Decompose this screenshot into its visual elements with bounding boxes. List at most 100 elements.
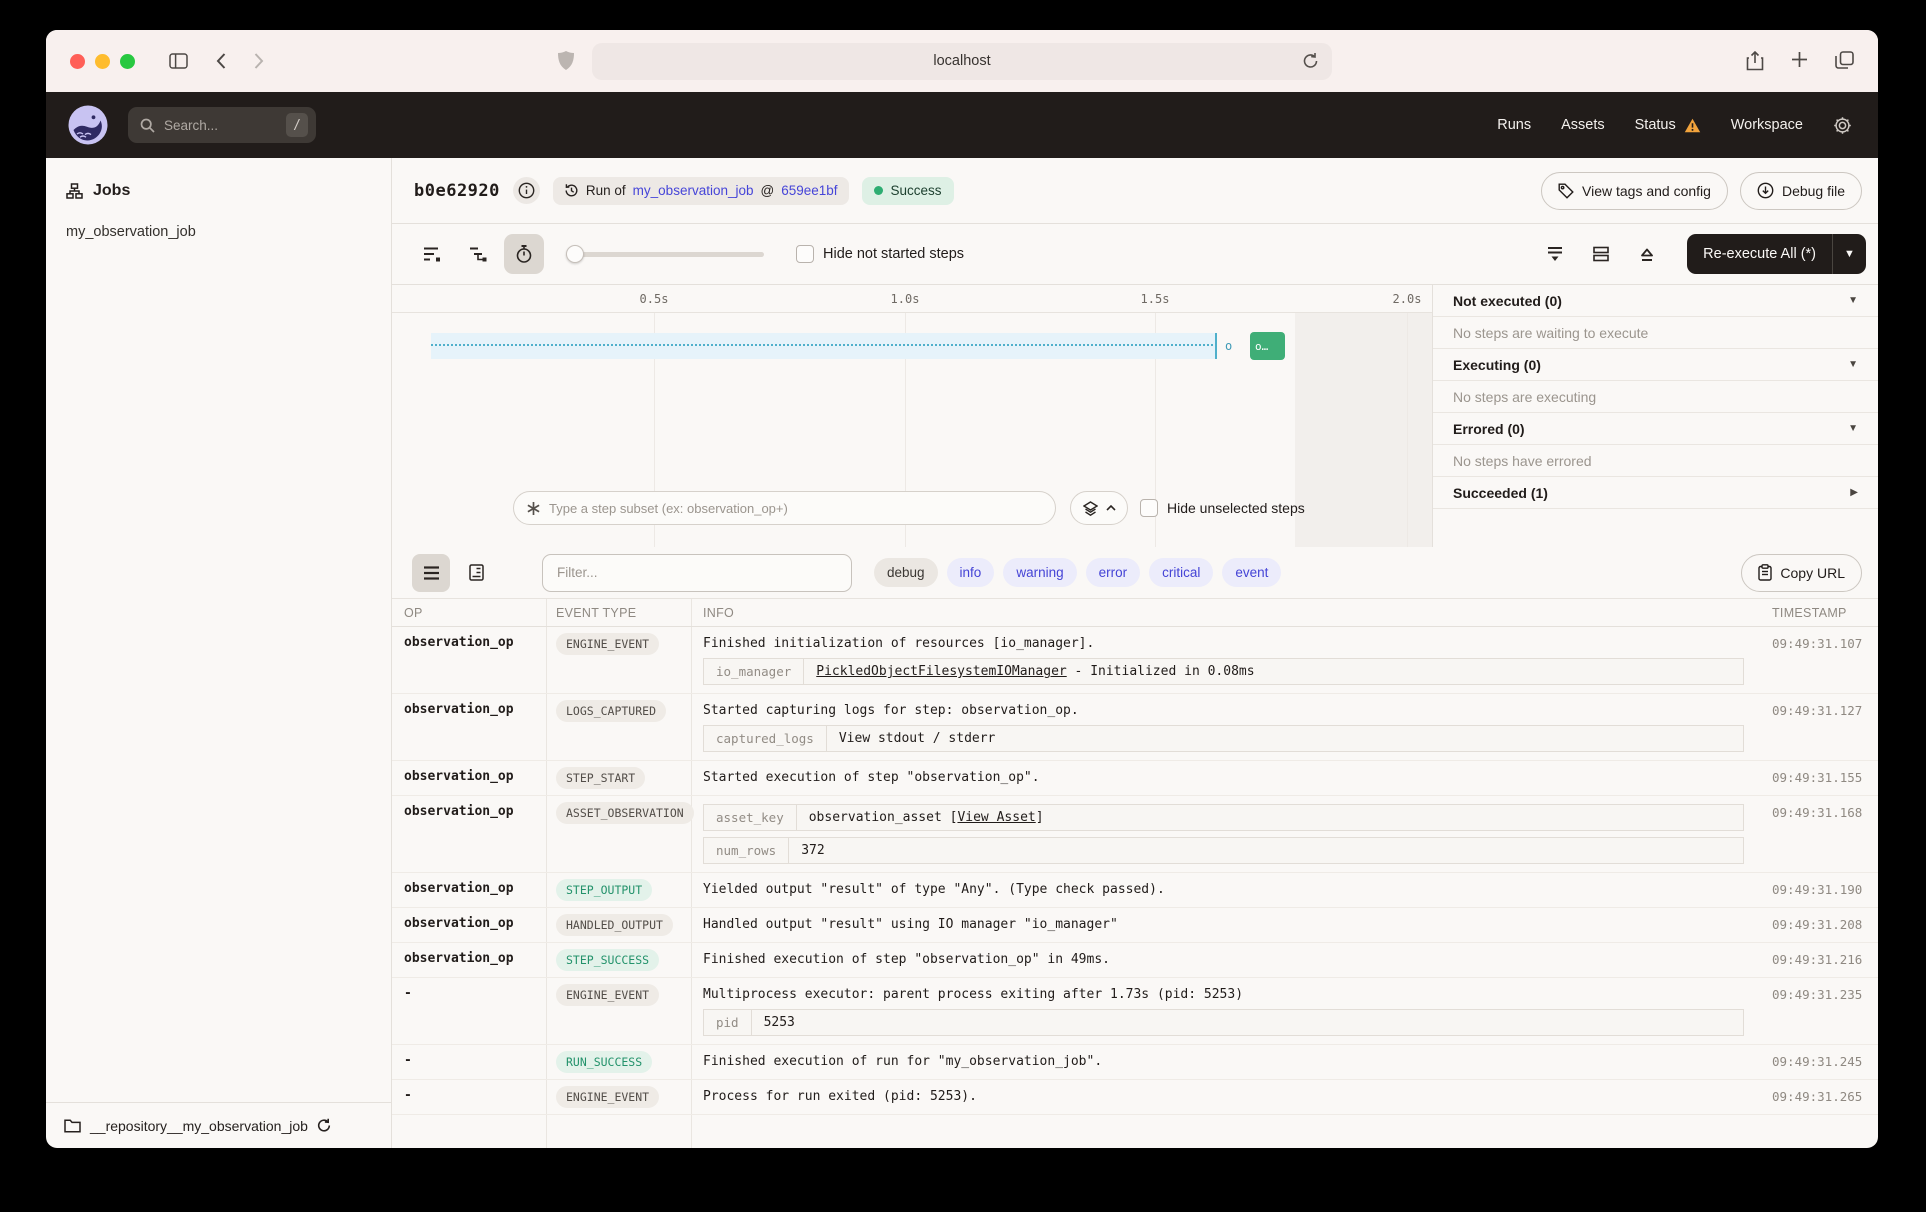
reexecute-dropdown-caret[interactable]: ▼ bbox=[1832, 234, 1866, 274]
view-timing-icon[interactable] bbox=[504, 234, 544, 274]
layers-icon bbox=[1083, 501, 1098, 516]
op-selector-icon bbox=[526, 501, 541, 516]
gantt-tick-label: 1.0s bbox=[891, 292, 920, 306]
nav-link-runs[interactable]: Runs bbox=[1497, 117, 1531, 133]
sidebar-toggle-icon[interactable] bbox=[169, 53, 188, 69]
gear-icon[interactable] bbox=[1833, 116, 1852, 135]
view-tags-config-button[interactable]: View tags and config bbox=[1541, 172, 1728, 210]
log-row[interactable]: observation_opHANDLED_OUTPUTHandled outp… bbox=[392, 908, 1878, 943]
job-link[interactable]: my_observation_job bbox=[633, 183, 754, 198]
nav-link-workspace[interactable]: Workspace bbox=[1731, 117, 1803, 133]
log-op: observation_op bbox=[392, 761, 546, 792]
eject-icon[interactable] bbox=[1627, 234, 1667, 274]
debug-file-button[interactable]: Debug file bbox=[1740, 172, 1862, 210]
close-window-button[interactable] bbox=[70, 54, 85, 69]
privacy-shield-icon[interactable] bbox=[558, 51, 574, 70]
log-level-chip-info[interactable]: info bbox=[947, 558, 995, 587]
forward-icon[interactable] bbox=[254, 53, 264, 69]
nav-link-status[interactable]: Status bbox=[1635, 117, 1701, 133]
nav-link-assets[interactable]: Assets bbox=[1561, 117, 1605, 133]
metadata-link[interactable]: View Asset bbox=[957, 810, 1035, 825]
gantt-step-box[interactable]: o… bbox=[1250, 332, 1285, 360]
log-list-view-icon[interactable] bbox=[412, 554, 450, 592]
reload-icon[interactable] bbox=[1302, 52, 1319, 70]
view-waterfall-icon[interactable] bbox=[458, 234, 498, 274]
log-structured-view-icon[interactable] bbox=[457, 554, 495, 592]
chevron-right-icon[interactable]: ▶ bbox=[1850, 487, 1858, 498]
zoom-slider[interactable] bbox=[566, 245, 764, 263]
log-timestamp: 09:49:31.216 bbox=[1762, 943, 1878, 967]
log-level-chip-debug[interactable]: debug bbox=[874, 558, 938, 587]
back-icon[interactable] bbox=[216, 53, 226, 69]
sidebar-item-my-observation-job[interactable]: my_observation_job bbox=[46, 216, 391, 248]
status-section-header[interactable]: Errored (0)▼ bbox=[1433, 413, 1878, 445]
log-filter-input[interactable] bbox=[542, 554, 852, 592]
metadata-label: asset_key bbox=[704, 805, 797, 830]
tab-overview-icon[interactable] bbox=[1835, 51, 1854, 72]
info-icon[interactable] bbox=[513, 177, 540, 204]
chevron-down-icon[interactable]: ▼ bbox=[1848, 423, 1858, 434]
metadata-value-suffix: ] bbox=[1036, 810, 1044, 825]
log-row[interactable]: observation_opSTEP_STARTStarted executio… bbox=[392, 761, 1878, 796]
col-event-type: EVENT TYPE bbox=[546, 606, 691, 620]
reexecute-all-button[interactable]: Re-execute All (*) bbox=[1687, 234, 1832, 274]
download-circle-icon bbox=[1757, 182, 1774, 199]
log-level-chip-critical[interactable]: critical bbox=[1149, 558, 1213, 587]
status-section-header[interactable]: Executing (0)▼ bbox=[1433, 349, 1878, 381]
reload-repository-icon[interactable] bbox=[317, 1118, 331, 1133]
run-header: b0e62920 Run of my_observation_job @ 659… bbox=[392, 158, 1878, 224]
reexecute-split-button: Re-execute All (*) ▼ bbox=[1687, 234, 1866, 274]
chevron-down-icon[interactable]: ▼ bbox=[1848, 295, 1858, 306]
hide-unselected-checkbox[interactable] bbox=[1140, 499, 1158, 517]
rows-icon[interactable] bbox=[1581, 234, 1621, 274]
chevron-down-icon[interactable]: ▼ bbox=[1848, 359, 1858, 370]
log-level-chip-warning[interactable]: warning bbox=[1003, 558, 1076, 587]
search-placeholder: Search... bbox=[164, 118, 218, 133]
new-tab-icon[interactable] bbox=[1791, 51, 1808, 72]
log-timestamp: 09:49:31.245 bbox=[1762, 1045, 1878, 1069]
metadata-label: num_rows bbox=[704, 838, 789, 863]
log-row[interactable]: observation_opASSET_OBSERVATIONasset_key… bbox=[392, 796, 1878, 873]
step-subset-input[interactable] bbox=[513, 491, 1056, 525]
status-section-empty: No steps are waiting to execute bbox=[1433, 317, 1878, 349]
view-flat-icon[interactable] bbox=[412, 234, 452, 274]
minimize-window-button[interactable] bbox=[95, 54, 110, 69]
share-icon[interactable] bbox=[1746, 51, 1764, 72]
hide-not-started-checkbox-row[interactable]: Hide not started steps bbox=[796, 245, 964, 263]
step-subset-field[interactable] bbox=[549, 501, 1043, 516]
log-info-text: Process for run exited (pid: 5253). bbox=[703, 1080, 1744, 1105]
nav-link-label: Workspace bbox=[1731, 117, 1803, 133]
log-row[interactable]: observation_opSTEP_OUTPUTYielded output … bbox=[392, 873, 1878, 908]
hide-unselected-checkbox-row[interactable]: Hide unselected steps bbox=[1140, 499, 1305, 517]
url-bar[interactable]: localhost bbox=[592, 43, 1332, 80]
slider-knob[interactable] bbox=[566, 245, 584, 263]
repository-row[interactable]: __repository__my_observation_job bbox=[46, 1102, 391, 1148]
nav-link-label: Assets bbox=[1561, 117, 1605, 133]
gantt-chart[interactable]: 0.5s1.0s1.5s2.0s o o… bbox=[392, 285, 1432, 547]
hide-not-started-checkbox[interactable] bbox=[796, 245, 814, 263]
log-row[interactable]: observation_opSTEP_SUCCESSFinished execu… bbox=[392, 943, 1878, 978]
log-row[interactable]: observation_opENGINE_EVENTFinished initi… bbox=[392, 627, 1878, 694]
log-timestamp: 09:49:31.190 bbox=[1762, 873, 1878, 897]
status-section-header[interactable]: Not executed (0)▼ bbox=[1433, 285, 1878, 317]
zoom-window-button[interactable] bbox=[120, 54, 135, 69]
log-row[interactable]: -ENGINE_EVENTProcess for run exited (pid… bbox=[392, 1080, 1878, 1115]
metadata-link[interactable]: PickledObjectFilesystemIOManager bbox=[816, 664, 1066, 679]
copy-url-button[interactable]: Copy URL bbox=[1741, 554, 1862, 592]
log-level-chip-error[interactable]: error bbox=[1086, 558, 1141, 587]
at-separator: @ bbox=[761, 183, 775, 198]
metadata-label: io_manager bbox=[704, 659, 804, 684]
log-row[interactable]: -ENGINE_EVENTMultiprocess executor: pare… bbox=[392, 978, 1878, 1045]
status-section-header[interactable]: Succeeded (1)▶ bbox=[1433, 477, 1878, 509]
log-row[interactable]: -RUN_SUCCESSFinished execution of run fo… bbox=[392, 1045, 1878, 1080]
gantt-step-band[interactable] bbox=[431, 333, 1217, 359]
log-toolbar: debug info warning error critical event Copy … bbox=[392, 547, 1878, 599]
dagster-logo[interactable] bbox=[68, 105, 108, 145]
commit-link[interactable]: 659ee1bf bbox=[781, 183, 837, 198]
log-level-chip-event[interactable]: event bbox=[1222, 558, 1281, 587]
status-section-empty: No steps have errored bbox=[1433, 445, 1878, 477]
search-input[interactable]: Search... / bbox=[128, 107, 316, 143]
collapse-all-icon[interactable] bbox=[1535, 234, 1575, 274]
graph-query-toggle-button[interactable] bbox=[1070, 491, 1128, 525]
log-row[interactable]: observation_opLOGS_CAPTUREDStarted captu… bbox=[392, 694, 1878, 761]
